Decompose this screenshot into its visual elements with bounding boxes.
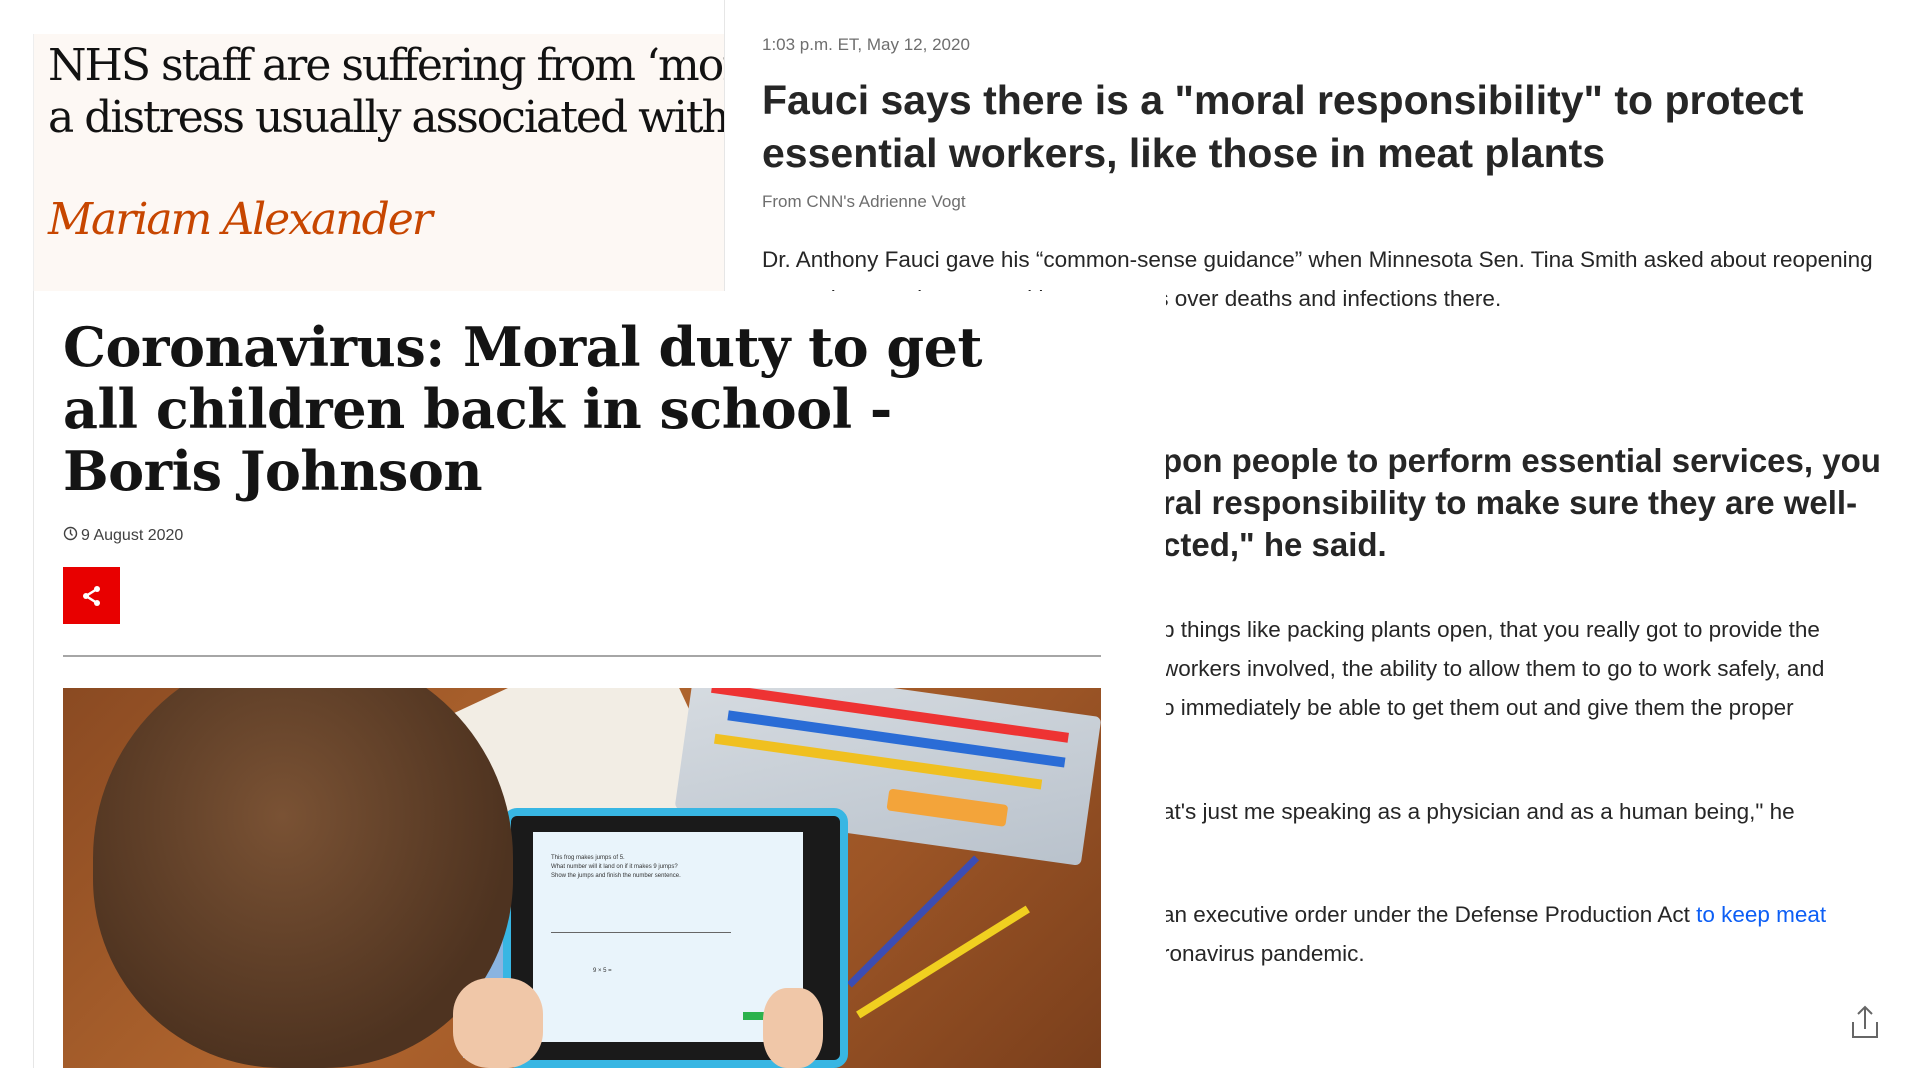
tablet-text: What number will it land on if it makes … xyxy=(551,864,678,870)
text-line: workers involved, the ability to allow t… xyxy=(1162,656,1825,681)
child-head xyxy=(93,688,513,1068)
guardian-headline: NHS staff are suffering from ‘moral inju… xyxy=(48,40,724,143)
cnn-headline: Fauci says there is a "moral responsibil… xyxy=(762,77,1804,176)
pull-quote: pon people to perform essential services… xyxy=(1162,440,1902,566)
bbc-headline: Coronavirus: Moral duty to get all child… xyxy=(63,315,982,503)
hand xyxy=(763,988,823,1068)
tablet-text: Show the jumps and finish the number sen… xyxy=(551,873,681,879)
bbc-article-panel: Coronavirus: Moral duty to get all child… xyxy=(33,291,1166,1068)
guardian-quote-card: NHS staff are suffering from ‘moral inju… xyxy=(33,34,724,291)
clock-icon xyxy=(63,526,78,546)
tablet-text: This frog makes jumps of 5. xyxy=(551,855,625,861)
pencil xyxy=(856,905,1030,1019)
article-date: 9 August 2020 xyxy=(63,526,183,546)
byline: From CNN's Adrienne Vogt xyxy=(762,192,966,211)
paragraph: at's just me speaking as a physician and… xyxy=(1162,799,1795,824)
text-line: ronavirus pandemic. xyxy=(1162,941,1365,966)
divider xyxy=(63,655,1101,657)
timestamp: 1:03 p.m. ET, May 12, 2020 xyxy=(762,35,970,54)
text-line: o immediately be able to get them out an… xyxy=(1162,695,1794,720)
share-icon[interactable] xyxy=(1850,1004,1880,1040)
author-name: Mariam Alexander xyxy=(48,194,433,245)
pencil xyxy=(846,855,980,988)
share-icon xyxy=(82,585,100,606)
quote-line: ral responsibility to make sure they are… xyxy=(1162,484,1858,521)
hand xyxy=(453,978,543,1068)
paragraph: p things like packing plants open, that … xyxy=(1162,610,1824,727)
quote-line: cted," he said. xyxy=(1162,526,1387,563)
share-button[interactable] xyxy=(63,567,120,624)
tablet-screen: This frog makes jumps of 5. What number … xyxy=(533,832,803,1042)
date-text: 9 August 2020 xyxy=(81,527,184,544)
tablet-equation: 9 × 5 = xyxy=(593,968,612,974)
keep-meat-link[interactable]: to keep meat xyxy=(1696,902,1826,927)
text-line: p things like packing plants open, that … xyxy=(1162,617,1820,642)
article-photo: This frog makes jumps of 5. What number … xyxy=(63,688,1101,1068)
cnn-article-continued: pon people to perform essential services… xyxy=(1162,440,1908,1068)
paragraph: an executive order under the Defense Pro… xyxy=(1162,895,1826,973)
text: an executive order under the Defense Pro… xyxy=(1162,902,1697,927)
quote-line: pon people to perform essential services… xyxy=(1162,442,1881,479)
